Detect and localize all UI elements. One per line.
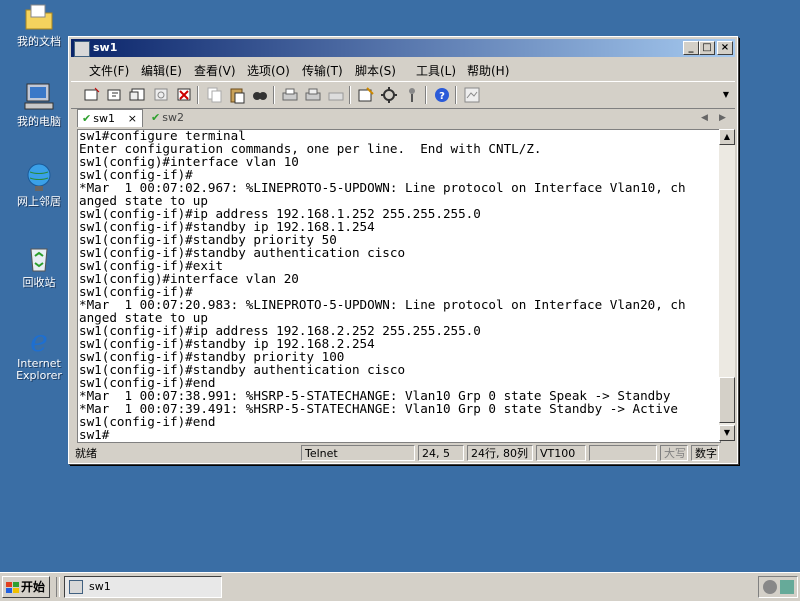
- connect-icon[interactable]: [83, 86, 101, 104]
- session-options-icon[interactable]: [357, 86, 375, 104]
- window-title: sw1: [93, 41, 118, 54]
- taskbar-button-label: sw1: [89, 580, 111, 593]
- system-tray: [758, 576, 798, 598]
- desktop-icon-my-computer[interactable]: 我的电脑: [8, 82, 70, 128]
- scroll-thumb[interactable]: [719, 377, 735, 423]
- toolbar-separator: [425, 86, 427, 104]
- start-button[interactable]: 开始: [2, 576, 50, 598]
- app-icon: [74, 41, 90, 57]
- tab-sw2[interactable]: ✔ sw2: [151, 109, 184, 127]
- print-selection-icon[interactable]: [304, 86, 322, 104]
- connected-check-icon: ✔: [82, 112, 92, 125]
- terminal-output: sw1#configure terminal Enter configuratio…: [78, 130, 686, 442]
- taskbar: 开始 sw1: [0, 572, 800, 601]
- global-options-icon[interactable]: [380, 86, 398, 104]
- terminal-line: sw1(config-if)#end: [79, 414, 216, 429]
- print-setup-icon[interactable]: [327, 86, 345, 104]
- menu-bar: 文件(F) 编辑(E) 查看(V) 选项(O) 传输(T) 脚本(S) 工具(L…: [71, 59, 735, 79]
- terminal-line: sw1#: [79, 427, 110, 442]
- status-screen-size: 24行, 80列: [467, 445, 533, 461]
- status-emulation: VT100: [536, 445, 586, 461]
- tab-close-icon[interactable]: ×: [128, 110, 137, 128]
- title-bar[interactable]: sw1 _ □ ×: [71, 39, 735, 57]
- tab-label: sw2: [162, 111, 184, 124]
- help-icon[interactable]: ?: [433, 86, 451, 104]
- menu-file[interactable]: 文件(F): [89, 62, 129, 79]
- menu-tools[interactable]: 工具(L): [416, 62, 456, 79]
- computer-icon: [22, 82, 56, 112]
- connect-tab-icon[interactable]: [129, 86, 147, 104]
- desktop-icon-label: 我的文档: [17, 35, 61, 48]
- disconnect-icon[interactable]: [175, 86, 193, 104]
- tab-label: sw1: [93, 112, 115, 125]
- scroll-up-icon[interactable]: ▲: [719, 129, 735, 145]
- status-cursor-position: 24, 5: [418, 445, 464, 461]
- svg-text:e: e: [30, 324, 48, 354]
- status-num-lock: 数字: [691, 445, 719, 461]
- toolbar-overflow-icon[interactable]: ▼: [721, 86, 731, 104]
- windows-logo-icon: [6, 581, 19, 593]
- tray-network-icon[interactable]: [780, 580, 794, 594]
- menu-script[interactable]: 脚本(S): [355, 62, 396, 79]
- securecrt-window: sw1 _ □ × 文件(F) 编辑(E) 查看(V) 选项(O) 传输(T) …: [68, 36, 738, 464]
- terminal-scrollbar[interactable]: ▲ ▼: [719, 129, 735, 441]
- toolbar-separator: [273, 86, 275, 104]
- reconnect-icon[interactable]: [152, 86, 170, 104]
- tab-sw1[interactable]: ✔ sw1 ×: [77, 109, 143, 127]
- tab-scroll-right-icon[interactable]: ▶: [719, 109, 726, 127]
- desktop-icon-label-line2: Explorer: [16, 369, 62, 382]
- menu-view[interactable]: 查看(V): [194, 62, 236, 79]
- keymap-icon[interactable]: [403, 86, 421, 104]
- start-label: 开始: [21, 580, 46, 594]
- status-protocol: Telnet: [301, 445, 415, 461]
- scroll-down-icon[interactable]: ▼: [719, 425, 735, 441]
- app-icon: [69, 580, 83, 594]
- status-ready: 就绪: [75, 447, 97, 460]
- desktop-icon-label: 我的电脑: [17, 115, 61, 128]
- quick-connect-icon[interactable]: [106, 86, 124, 104]
- toolbar: ? ▼: [71, 81, 735, 109]
- desktop-icon-label: 回收站: [22, 276, 56, 289]
- folder-documents-icon: [22, 2, 56, 32]
- menu-transfer[interactable]: 传输(T): [302, 62, 343, 79]
- recycle-bin-icon: [22, 243, 56, 273]
- svg-text:?: ?: [439, 91, 445, 102]
- taskbar-separator: [56, 577, 60, 597]
- status-caps-lock: 大写: [660, 445, 688, 461]
- connected-check-icon: ✔: [151, 111, 161, 124]
- desktop-icon-recycle-bin[interactable]: 回收站: [8, 243, 70, 289]
- desktop-icon-network[interactable]: 网上邻居: [8, 162, 70, 208]
- status-empty: [589, 445, 657, 461]
- copy-icon[interactable]: [205, 86, 223, 104]
- tray-volume-icon[interactable]: [763, 580, 777, 594]
- session-manager-icon[interactable]: [463, 86, 481, 104]
- menu-edit[interactable]: 编辑(E): [141, 62, 182, 79]
- toolbar-separator: [197, 86, 199, 104]
- close-button[interactable]: ×: [717, 41, 733, 55]
- paste-icon[interactable]: [228, 86, 246, 104]
- session-tabs: ✔ sw1 × ✔ sw2 ◀ ▶: [71, 109, 735, 129]
- toolbar-separator: [349, 86, 351, 104]
- toolbar-separator: [455, 86, 457, 104]
- maximize-button[interactable]: □: [699, 41, 715, 55]
- desktop-icon-my-documents[interactable]: 我的文档: [8, 2, 70, 48]
- find-icon[interactable]: [251, 86, 269, 104]
- internet-explorer-icon: e: [22, 324, 56, 359]
- desktop-icon-internet-explorer[interactable]: e Internet Explorer: [8, 324, 70, 382]
- tab-scroll-left-icon[interactable]: ◀: [701, 109, 708, 127]
- menu-options[interactable]: 选项(O): [247, 62, 290, 79]
- print-icon[interactable]: [281, 86, 299, 104]
- terminal-screen[interactable]: sw1#configure terminal Enter configuratio…: [77, 129, 721, 443]
- minimize-button[interactable]: _: [683, 41, 699, 55]
- taskbar-button-sw1[interactable]: sw1: [64, 576, 222, 598]
- desktop-icon-label: 网上邻居: [17, 195, 61, 208]
- status-bar: 就绪 Telnet 24, 5 24行, 80列 VT100 大写 数字: [71, 443, 735, 463]
- menu-help[interactable]: 帮助(H): [467, 62, 509, 79]
- network-icon: [22, 162, 56, 192]
